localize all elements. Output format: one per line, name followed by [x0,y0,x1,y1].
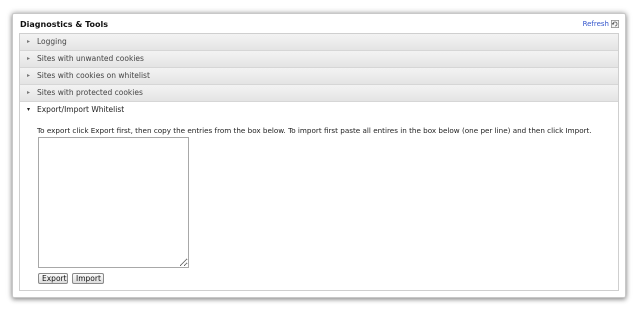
page: Diagnostics & Tools Refresh ▸ Logging ▸ … [0,0,640,316]
export-import-instructions: To export click Export first, then copy … [37,126,592,135]
refresh-label: Refresh [582,20,609,28]
diagnostics-tools-panel: Diagnostics & Tools Refresh ▸ Logging ▸ … [12,13,626,298]
collapsed-arrow-icon: ▸ [27,72,31,79]
collapsed-arrow-icon: ▸ [27,89,31,96]
section-protected-cookies[interactable]: ▸ Sites with protected cookies [20,85,618,102]
tools-accordion: ▸ Logging ▸ Sites with unwanted cookies … [19,33,619,291]
collapsed-arrow-icon: ▸ [27,38,31,45]
expanded-arrow-icon: ▾ [27,106,31,113]
section-logging[interactable]: ▸ Logging [20,34,618,51]
section-export-import-header[interactable]: ▾ Export/Import Whitelist [20,102,618,119]
import-button[interactable]: Import [72,273,104,284]
panel-title: Diagnostics & Tools [20,20,108,29]
section-export-import: ▾ Export/Import Whitelist To export clic… [20,102,618,292]
section-label: Sites with cookies on whitelist [37,71,150,80]
section-unwanted-cookies[interactable]: ▸ Sites with unwanted cookies [20,51,618,68]
refresh-link[interactable]: Refresh [583,20,619,28]
section-whitelist-cookies[interactable]: ▸ Sites with cookies on whitelist [20,68,618,85]
export-button[interactable]: Export [38,273,68,284]
section-label: Sites with unwanted cookies [37,54,144,63]
collapsed-arrow-icon: ▸ [27,55,31,62]
whitelist-textarea[interactable] [38,137,189,268]
section-label: Logging [37,37,67,46]
section-label: Sites with protected cookies [37,88,143,97]
refresh-icon[interactable] [611,20,619,28]
panel-header: Diagnostics & Tools Refresh [19,18,619,34]
section-label: Export/Import Whitelist [37,105,125,114]
